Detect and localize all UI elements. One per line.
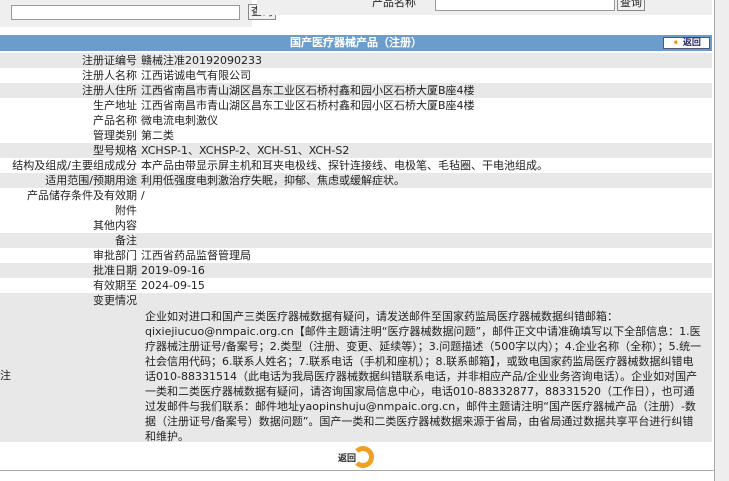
field-label: 产品储存条件及有效期 [27,189,137,202]
field-value: 2024-09-15 [141,279,205,292]
field-value [141,203,712,218]
field-label: 附件 [115,204,137,217]
scrollbar[interactable] [714,0,729,481]
field-label: 审批部门 [93,249,137,262]
table-row: 附件 [0,203,712,218]
table-row: 注册人名称 江西诺诚电气有限公司 [0,68,712,83]
table-row: 注册人住所 江西省南昌市青山湖区昌东工业区石桥村鑫和园小区石桥大厦B座4楼 [0,83,712,98]
table-row: 管理类别 第二类 [0,128,712,143]
field-label: 结构及组成/主要组成成分 [12,159,137,172]
table-row: 其他内容 [0,218,712,233]
table-row: 型号规格 XCHSP-1、XCHSP-2、XCH-S1、XCH-S2 [0,143,712,158]
product-search-button[interactable]: 查询 [617,0,645,11]
field-value: / [141,189,145,202]
field-value: 江西省药品监督管理局 [141,249,251,262]
table-row: 审批部门 江西省药品监督管理局 [0,248,712,263]
field-label: 注册人住所 [82,84,137,97]
field-label: 变更情况 [93,294,137,307]
note-row: 注 企业如对进口和国产三类医疗器械数据有疑问，请发送邮件至国家药监局医疗器械数据… [0,308,712,443]
left-search-panel: 查询 [0,0,276,27]
table-row: 生产地址 江西省南昌市青山湖区昌东工业区石桥村鑫和园小区石桥大厦B座4楼 [0,98,712,113]
field-value: 江西省南昌市青山湖区昌东工业区石桥村鑫和园小区石桥大厦B座4楼 [141,84,475,97]
note-label: 注 [0,369,11,382]
section-header: 国产医疗器械产品（注册） ➧ 返回 [0,35,712,51]
table-row: 变更情况 [0,293,712,308]
field-value: 江西诺诚电气有限公司 [141,69,251,82]
arrow-right-icon: ➧ [672,38,680,48]
field-label: 备注 [115,234,137,247]
field-label: 有效期至 [93,279,137,292]
product-name-input[interactable] [435,0,615,11]
field-label: 生产地址 [93,99,137,112]
table-row: 结构及组成/主要组成成分 本产品由带显示屏主机和耳夹电极线、探针连接线、电极笔、毛… [0,158,712,173]
field-value: 2019-09-16 [141,264,205,277]
field-value: 江西省南昌市青山湖区昌东工业区石桥村鑫和园小区石桥大厦B座4楼 [141,99,475,112]
table-row: 产品名称 微电流电刺激仪 [0,113,712,128]
field-value: 第二类 [141,129,174,142]
table-row: 适用范围/预期用途 利用低强度电刺激治疗失眠，抑郁、焦虑或缓解症状。 [0,173,712,188]
table-row: 产品储存条件及有效期 / [0,188,712,203]
back-label: 返回 [682,38,701,48]
table-row: 有效期至 2024-09-15 [0,278,712,293]
table-row: 备注 [0,233,712,248]
field-label: 注册人名称 [82,69,137,82]
field-label: 适用范围/预期用途 [45,174,137,187]
field-value: 利用低强度电刺激治疗失眠，抑郁、焦虑或缓解症状。 [141,174,405,187]
field-value: XCHSP-1、XCHSP-2、XCH-S1、XCH-S2 [141,144,350,157]
field-value: 本产品由带显示屏主机和耳夹电极线、探针连接线、电极笔、毛毡圈、干电池组成。 [141,159,548,172]
field-value: 赣械注准20192090233 [141,54,262,67]
right-search-panel: 产品名称 查询 [257,0,712,15]
note-text: 企业如对进口和国产三类医疗器械数据有疑问，请发送邮件至国家药监局医疗器械数据纠错… [145,310,702,443]
field-label: 型号规格 [93,144,137,157]
field-value [141,233,712,248]
field-label: 其他内容 [93,219,137,232]
back-button[interactable]: ➧ 返回 [663,37,710,49]
table-row: 注册证编号 赣械注准20192090233 [0,53,712,68]
field-label: 产品名称 [93,114,137,127]
field-label: 批准日期 [93,264,137,277]
divider [0,470,715,471]
field-label: 管理类别 [93,129,137,142]
detail-table: 注册证编号 赣械注准20192090233 注册人名称 江西诺诚电气有限公司 注册人住所… [0,53,712,308]
table-row: 批准日期 2019-09-16 [0,263,712,278]
search-input[interactable] [11,5,240,20]
field-value [141,293,712,308]
field-label: 注册证编号 [82,54,137,67]
return-circle-icon [352,446,375,468]
page-title: 国产医疗器械产品（注册） [290,36,422,49]
field-value: 微电流电刺激仪 [141,114,218,127]
return-button[interactable]: 返回 [338,446,375,468]
field-value [141,218,712,233]
product-name-label: 产品名称 [372,0,416,9]
